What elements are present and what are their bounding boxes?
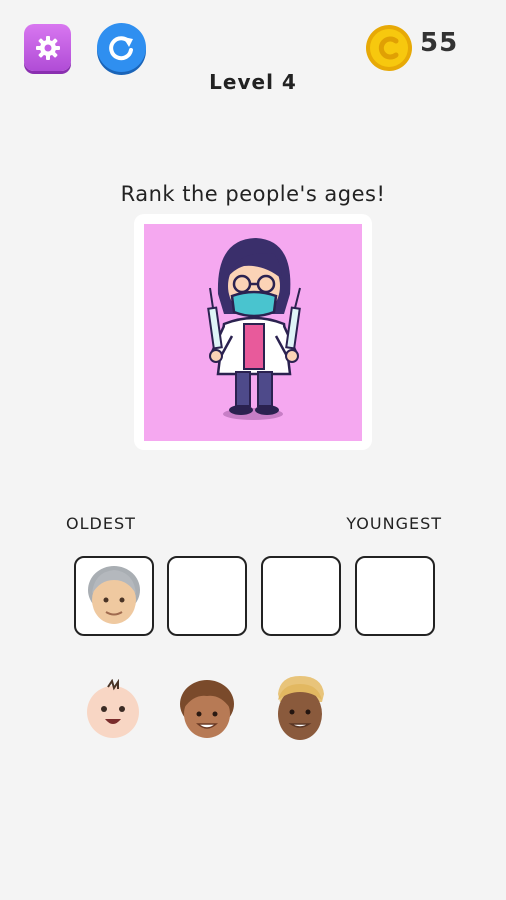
- rank-slot-4[interactable]: [355, 556, 435, 636]
- child-face[interactable]: [176, 676, 238, 742]
- rank-slot-3[interactable]: [261, 556, 341, 636]
- coin-count: 55: [420, 28, 459, 58]
- baby-face[interactable]: [82, 679, 144, 741]
- coin-icon: [366, 25, 412, 71]
- adult-face[interactable]: [278, 676, 324, 740]
- gear-icon: [35, 35, 60, 60]
- restart-icon: [108, 35, 133, 60]
- rank-slot-1[interactable]: [74, 556, 154, 636]
- level-title: Level 4: [209, 70, 297, 94]
- question-prompt: Rank the people's ages!: [120, 182, 386, 206]
- youngest-label: YOUNGEST: [346, 514, 442, 533]
- restart-button[interactable]: [97, 23, 146, 72]
- rank-slot-2[interactable]: [167, 556, 247, 636]
- doctor-illustration: [144, 224, 362, 441]
- elderly-face[interactable]: [76, 558, 152, 634]
- oldest-label: OLDEST: [66, 514, 136, 533]
- settings-button[interactable]: [24, 24, 71, 71]
